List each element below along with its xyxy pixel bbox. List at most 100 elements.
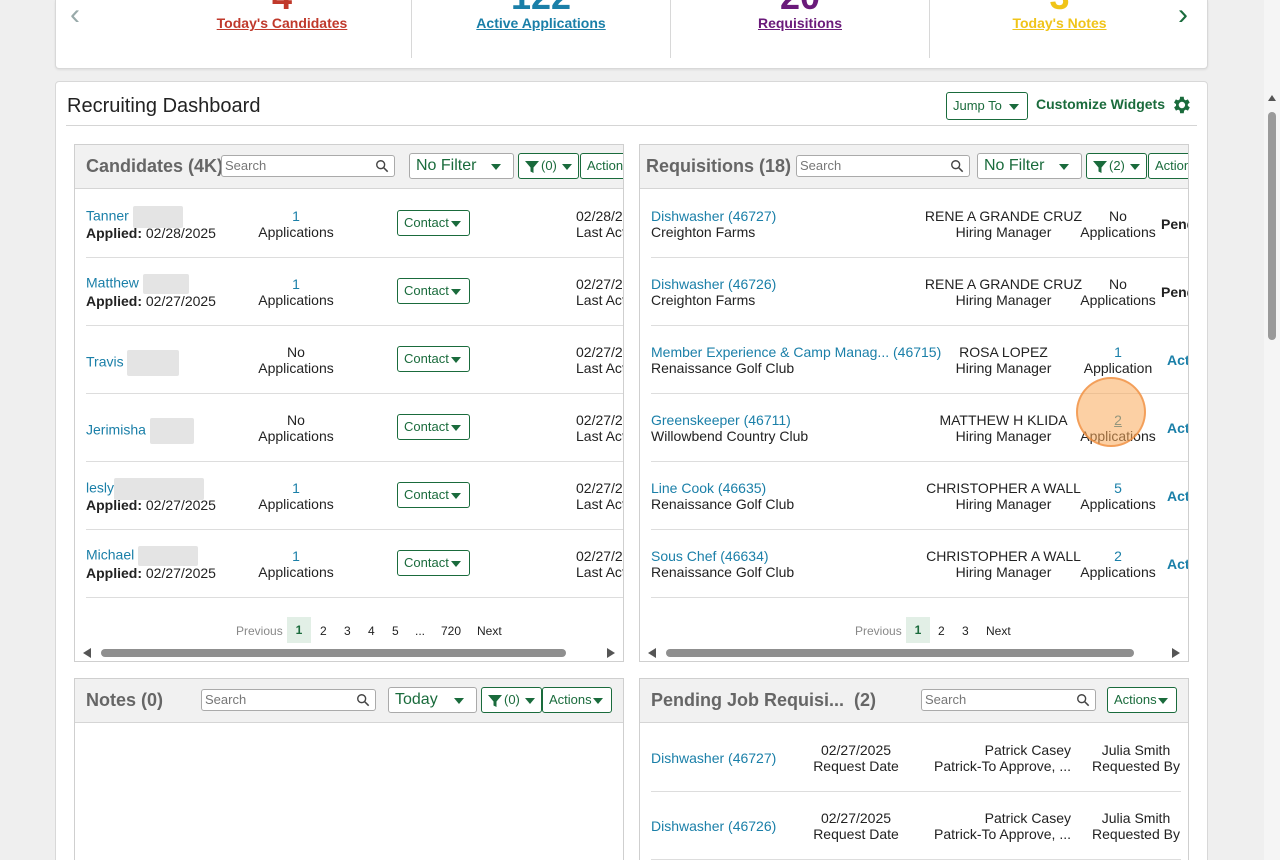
contact-button[interactable]: Contact <box>397 414 470 440</box>
actions-button[interactable]: Actions <box>580 153 623 179</box>
last-activity: 02/28/2 Last Act <box>576 208 624 240</box>
chevron-right-icon[interactable]: › <box>1178 0 1188 32</box>
stat-todays-candidates[interactable]: 4 Today's Candidates <box>153 0 412 58</box>
contact-button[interactable]: Contact <box>397 210 470 236</box>
stat-label[interactable]: Requisitions <box>671 15 929 31</box>
filter-select[interactable]: No Filter <box>409 153 514 179</box>
redacted-surname <box>142 274 189 294</box>
actions-button[interactable]: Action <box>1148 153 1188 179</box>
search-input[interactable]: Search <box>796 155 970 177</box>
pager-page[interactable]: 2 <box>320 624 327 638</box>
table-row: Jerimisha No Applications Contact 02/27/2… <box>86 394 623 462</box>
pager-next[interactable]: Next <box>477 624 502 638</box>
candidate-name-link[interactable]: Travis <box>86 350 180 376</box>
horizontal-scrollbar[interactable] <box>640 645 1188 659</box>
hiring-manager: RENE A GRANDE CRUZ Hiring Manager <box>924 276 1083 308</box>
search-icon <box>1077 694 1090 707</box>
scroll-thumb[interactable] <box>666 649 1134 657</box>
search-icon <box>951 160 964 173</box>
application-count: 1 Applications <box>258 276 334 308</box>
widget-header: Pending Job Requisi... (2) Search Action… <box>640 679 1188 723</box>
search-input[interactable]: Search <box>221 155 395 177</box>
requisition-link[interactable]: Dishwasher (46727) <box>651 750 776 766</box>
candidate-name-link[interactable]: Jerimisha <box>86 418 194 444</box>
stat-active-applications[interactable]: 122 Active Applications <box>412 0 671 58</box>
scroll-right-icon[interactable] <box>1172 648 1180 658</box>
scroll-thumb[interactable] <box>101 649 566 657</box>
contact-button[interactable]: Contact <box>397 550 470 576</box>
redacted-surname <box>149 418 194 444</box>
actions-button[interactable]: Actions <box>1107 687 1177 713</box>
requisition-link[interactable]: Dishwasher (46727) <box>651 208 776 224</box>
filter-icon <box>525 160 539 173</box>
pager-page[interactable]: 1 <box>287 617 311 643</box>
chevron-left-icon[interactable]: ‹ <box>70 0 80 32</box>
actions-label: Actions <box>549 692 592 707</box>
widget-title: Pending Job Requisi... (2) <box>651 690 877 710</box>
requisition-link[interactable]: Dishwasher (46726) <box>651 276 776 292</box>
candidate-name-link[interactable]: Michael <box>86 546 199 566</box>
advanced-filter-button[interactable]: (2) <box>1086 153 1147 179</box>
search-placeholder: Search <box>925 692 967 707</box>
approver: Patrick Casey Patrick-To Approve, ... <box>934 810 1071 842</box>
contact-button[interactable]: Contact <box>397 482 470 508</box>
filter-icon <box>488 694 502 707</box>
scroll-up-icon[interactable] <box>1268 95 1276 101</box>
application-count: 1 Applications <box>258 548 334 580</box>
requisition-link[interactable]: Dishwasher (46726) <box>651 818 776 834</box>
scroll-left-icon[interactable] <box>83 648 91 658</box>
status-badge: Act <box>1167 352 1189 368</box>
scroll-thumb[interactable] <box>1268 112 1276 340</box>
filter-select[interactable]: Today <box>388 687 477 713</box>
pager-page[interactable]: 4 <box>368 624 375 638</box>
scroll-right-icon[interactable] <box>607 648 615 658</box>
hiring-manager: MATTHEW H KLIDA Hiring Manager <box>939 412 1068 444</box>
gear-icon[interactable] <box>1170 94 1192 116</box>
pager-page[interactable]: 720 <box>441 624 461 638</box>
pager-page[interactable]: 2 <box>938 624 945 638</box>
contact-button[interactable]: Contact <box>397 278 470 304</box>
stat-label[interactable]: Today's Candidates <box>153 15 411 31</box>
search-input[interactable]: Search <box>201 689 376 711</box>
last-activity: 02/27/2 Last Act <box>576 480 624 512</box>
requisition-link[interactable]: Greenskeeper (46711) <box>651 412 808 428</box>
search-placeholder: Search <box>205 692 247 707</box>
application-count: 5 Applications <box>1080 480 1156 512</box>
notes-widget: Notes (0) Search Today (0) Actions <box>74 678 624 860</box>
application-count: No Applications <box>1080 208 1156 240</box>
stat-label[interactable]: Today's Notes <box>930 15 1189 31</box>
actions-button[interactable]: Actions <box>542 687 612 713</box>
pager-page[interactable]: 1 <box>906 617 930 643</box>
candidate-name-link[interactable]: Matthew <box>86 274 189 294</box>
advanced-filter-button[interactable]: (0) <box>518 153 579 179</box>
pager-page[interactable]: 3 <box>962 624 969 638</box>
status-badge: Act <box>1167 556 1189 572</box>
table-row: Matthew Applied: 02/27/2025 1 Application… <box>86 258 623 326</box>
scroll-left-icon[interactable] <box>648 648 656 658</box>
stat-todays-notes[interactable]: 3 Today's Notes <box>930 0 1189 58</box>
application-count: No Applications <box>258 344 334 376</box>
horizontal-scrollbar[interactable] <box>75 645 623 659</box>
requisition-link[interactable]: Member Experience & Camp Manag... (46715… <box>651 344 941 360</box>
last-activity: 02/27/2 Last Act <box>576 344 624 376</box>
requisition-link[interactable]: Line Cook (46635) <box>651 480 794 496</box>
stat-requisitions[interactable]: 20 Requisitions <box>671 0 930 58</box>
widget-title: Requisitions (18) <box>646 156 792 176</box>
request-date: 02/27/2025 Request Date <box>813 742 899 774</box>
customize-widgets-link[interactable]: Customize Widgets <box>1036 96 1165 112</box>
page-scrollbar[interactable] <box>1264 0 1280 860</box>
advanced-filter-button[interactable]: (0) <box>481 687 542 713</box>
stat-label[interactable]: Active Applications <box>412 15 670 31</box>
pager-previous[interactable]: Previous <box>855 624 902 638</box>
pager-page[interactable]: 5 <box>392 624 399 638</box>
pager-page[interactable]: 3 <box>344 624 351 638</box>
pending-requisitions-widget: Pending Job Requisi... (2) Search Action… <box>639 678 1189 860</box>
search-input[interactable]: Search <box>921 689 1096 711</box>
filter-select[interactable]: No Filter <box>977 153 1082 179</box>
jump-to-button[interactable]: Jump To <box>946 92 1028 120</box>
contact-button[interactable]: Contact <box>397 346 470 372</box>
pager-previous[interactable]: Previous <box>236 624 283 638</box>
requisition-link[interactable]: Sous Chef (46634) <box>651 548 794 564</box>
chevron-down-icon <box>1009 104 1019 110</box>
pager-next[interactable]: Next <box>986 624 1011 638</box>
